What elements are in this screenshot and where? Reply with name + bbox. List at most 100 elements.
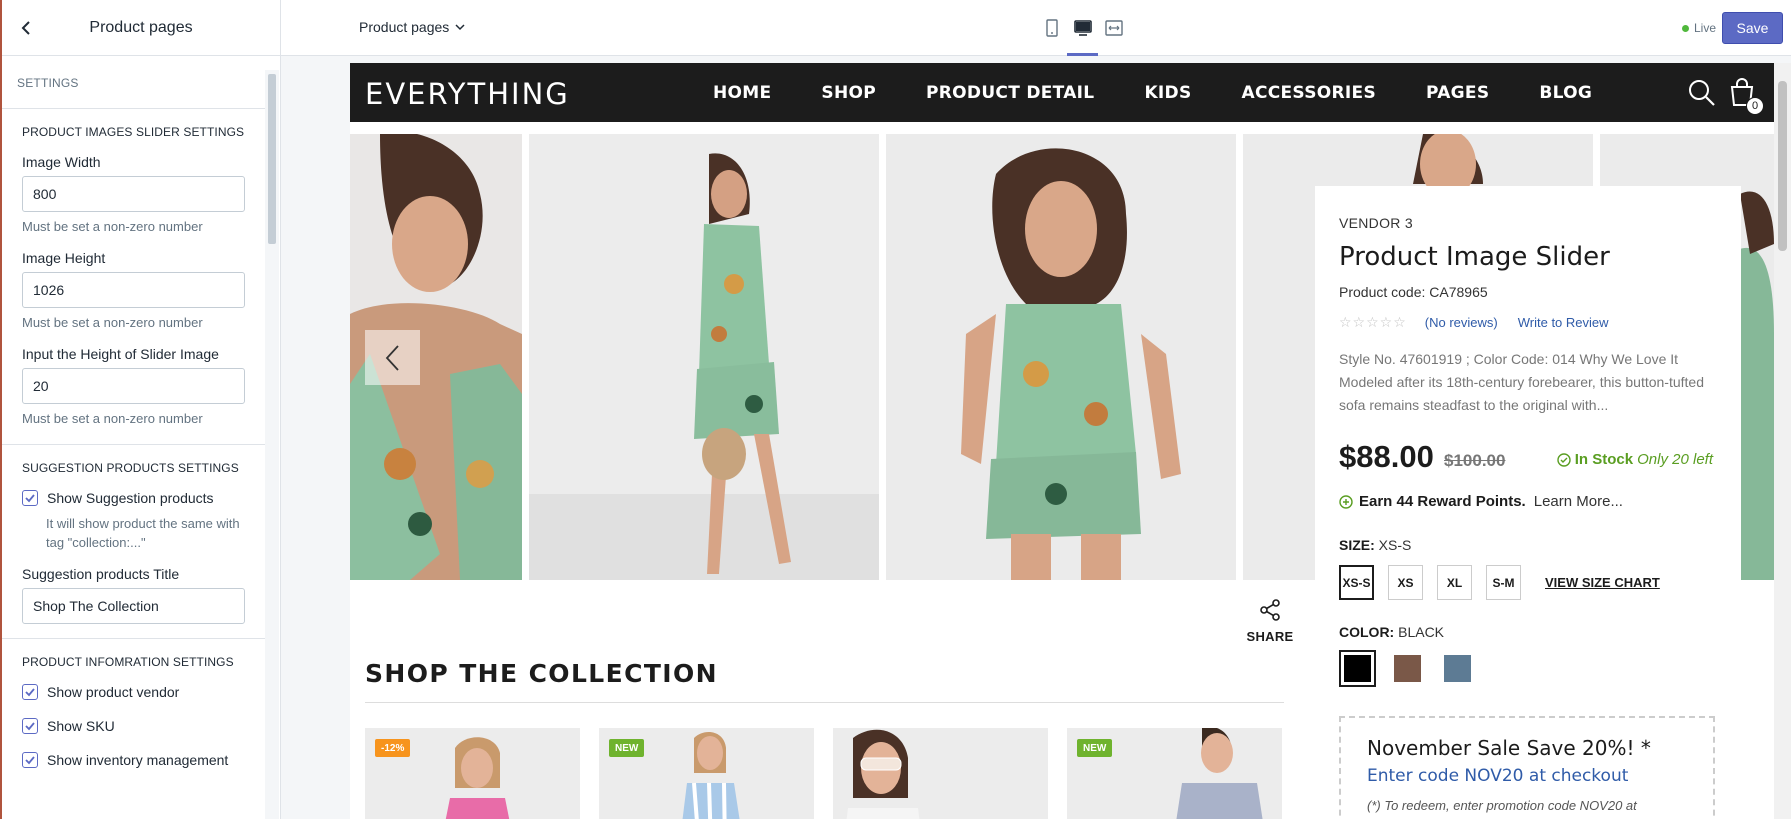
nav-pages[interactable]: PAGES <box>1426 83 1489 103</box>
size-option[interactable]: XS <box>1388 565 1423 600</box>
stock-status: In Stock Only 20 left <box>1557 451 1713 468</box>
nav-shop[interactable]: SHOP <box>821 83 876 103</box>
group-title: PRODUCT IMAGES SLIDER SETTINGS <box>22 125 245 139</box>
color-selected-value: BLACK <box>1398 624 1445 640</box>
page-type-dropdown[interactable]: Product pages <box>359 19 467 35</box>
show-inventory-checkbox-row[interactable]: Show inventory management <box>22 752 245 768</box>
product-reviews: ☆☆☆☆☆ (No reviews) Write to Review <box>1339 314 1717 331</box>
checkbox-checked[interactable] <box>22 752 38 768</box>
image-height-help: Must be set a non-zero number <box>22 315 203 330</box>
size-option[interactable]: XL <box>1437 565 1472 600</box>
fullwidth-view-button[interactable] <box>1098 0 1129 56</box>
nav-home[interactable]: HOME <box>713 83 771 103</box>
reward-points: Earn 44 Reward Points. Learn More... <box>1339 493 1717 510</box>
checkbox-checked[interactable] <box>22 718 38 734</box>
product-info-panel: VENDOR 3 Product Image Slider Product co… <box>1315 186 1741 819</box>
discount-badge: -12% <box>375 739 411 757</box>
suggestion-settings-group: SUGGESTION PRODUCTS SETTINGS Show Sugges… <box>2 445 265 639</box>
show-suggestion-checkbox-row[interactable]: Show Suggestion products <box>22 490 245 506</box>
price-row: $88.00 $100.00 In Stock Only 20 left <box>1339 439 1717 479</box>
show-vendor-checkbox-row[interactable]: Show product vendor <box>22 684 245 700</box>
sidebar-scrollbar-thumb[interactable] <box>268 74 276 244</box>
preview-scrollbar[interactable] <box>1774 63 1791 819</box>
cart-count-badge: 0 <box>1746 97 1764 115</box>
group-title: PRODUCT INFOMRATION SETTINGS <box>22 655 234 669</box>
page-type-value: Product pages <box>359 19 450 35</box>
in-stock-label: In Stock <box>1574 451 1634 468</box>
nav-blog[interactable]: BLOG <box>1539 83 1592 103</box>
sidebar-scrollbar[interactable] <box>265 70 279 819</box>
nav-product-detail[interactable]: PRODUCT DETAIL <box>926 83 1094 103</box>
slider-prev-button[interactable] <box>365 330 420 385</box>
check-circle-icon <box>1557 452 1571 467</box>
collection-product-card[interactable] <box>833 728 1048 819</box>
nav-kids[interactable]: KIDS <box>1144 83 1191 103</box>
rating-stars-icon: ☆☆☆☆☆ <box>1339 314 1407 330</box>
product-vendor[interactable]: VENDOR 3 <box>1339 215 1717 231</box>
sidebar-header: Product pages <box>2 0 280 56</box>
share-icon <box>1260 599 1280 621</box>
back-arrow-icon[interactable] <box>16 18 36 38</box>
image-width-input[interactable]: 800 <box>22 176 245 212</box>
color-swatch-brown[interactable] <box>1389 650 1426 687</box>
slider-image[interactable] <box>529 134 879 580</box>
store-logo[interactable]: EVERYTHING <box>365 77 570 111</box>
product-code: Product code: CA78965 <box>1339 284 1488 300</box>
desktop-icon <box>1073 20 1092 36</box>
color-swatch-blue[interactable] <box>1439 650 1476 687</box>
suggestion-title-input[interactable]: Shop The Collection <box>22 588 245 624</box>
preview-scrollbar-thumb[interactable] <box>1778 81 1787 251</box>
product-old-price: $100.00 <box>1444 451 1506 470</box>
checkmark-icon <box>25 688 35 697</box>
product-price: $88.00 <box>1339 439 1434 474</box>
product-title: Product Image Slider <box>1339 242 1610 272</box>
checkbox-checked[interactable] <box>22 490 38 506</box>
plus-circle-icon <box>1339 494 1353 509</box>
slider-height-input[interactable]: 20 <box>22 368 245 404</box>
no-reviews-link[interactable]: (No reviews) <box>1425 315 1498 330</box>
color-swatch-black[interactable] <box>1339 650 1376 687</box>
live-status: Live <box>1681 21 1716 35</box>
checkbox-label: Show inventory management <box>47 752 229 768</box>
view-size-chart-link[interactable]: VIEW SIZE CHART <box>1545 575 1660 590</box>
show-sku-checkbox-row[interactable]: Show SKU <box>22 718 245 734</box>
size-option[interactable]: XS-S <box>1339 565 1374 600</box>
sidebar-title: Product pages <box>89 18 193 36</box>
share-button[interactable]: SHARE <box>1243 598 1297 644</box>
mobile-view-button[interactable] <box>1036 0 1067 56</box>
checkbox-label: Show product vendor <box>47 684 180 700</box>
collection-title: SHOP THE COLLECTION <box>365 659 718 688</box>
new-badge: NEW <box>609 739 645 757</box>
color-option-label: COLOR: BLACK <box>1339 624 1717 640</box>
image-height-input[interactable]: 1026 <box>22 272 245 308</box>
suggestion-title-label: Suggestion products Title <box>22 566 180 582</box>
store-preview: EVERYTHING HOME SHOP PRODUCT DETAIL KIDS… <box>350 63 1774 819</box>
nav-accessories[interactable]: ACCESSORIES <box>1242 83 1376 103</box>
color-label: COLOR: <box>1339 624 1395 640</box>
size-option[interactable]: S-M <box>1486 565 1521 600</box>
size-option-label: SIZE: XS-S <box>1339 537 1717 553</box>
write-review-link[interactable]: Write to Review <box>1518 315 1609 330</box>
search-icon[interactable] <box>1687 78 1717 113</box>
checkmark-icon <box>25 756 35 765</box>
save-button[interactable]: Save <box>1722 12 1783 44</box>
collection-product-card[interactable]: NEW <box>599 728 814 819</box>
suggestion-note: It will show product the same with tag "… <box>46 516 240 550</box>
info-settings-group: PRODUCT INFOMRATION SETTINGS Show produc… <box>2 639 265 800</box>
share-label: SHARE <box>1246 629 1294 644</box>
size-label: SIZE: <box>1339 537 1375 553</box>
collection-product-card[interactable]: -12% <box>365 728 580 819</box>
learn-more-link[interactable]: Learn More... <box>1534 493 1623 510</box>
collection-divider <box>365 702 1284 703</box>
checkbox-checked[interactable] <box>22 684 38 700</box>
reward-text: Earn 44 Reward Points. <box>1359 493 1526 510</box>
collection-product-card[interactable]: NEW <box>1067 728 1282 819</box>
live-label: Live <box>1693 21 1716 35</box>
chevron-down-icon <box>455 24 465 31</box>
swatch-fill <box>1344 655 1371 682</box>
size-options: XS-S XS XL S-M VIEW SIZE CHART <box>1339 565 1717 600</box>
desktop-view-button[interactable] <box>1067 0 1098 56</box>
store-navbar: EVERYTHING HOME SHOP PRODUCT DETAIL KIDS… <box>350 63 1774 122</box>
slider-image[interactable] <box>886 134 1236 580</box>
product-description: Style No. 47601919 ; Color Code: 014 Why… <box>1339 351 1704 413</box>
